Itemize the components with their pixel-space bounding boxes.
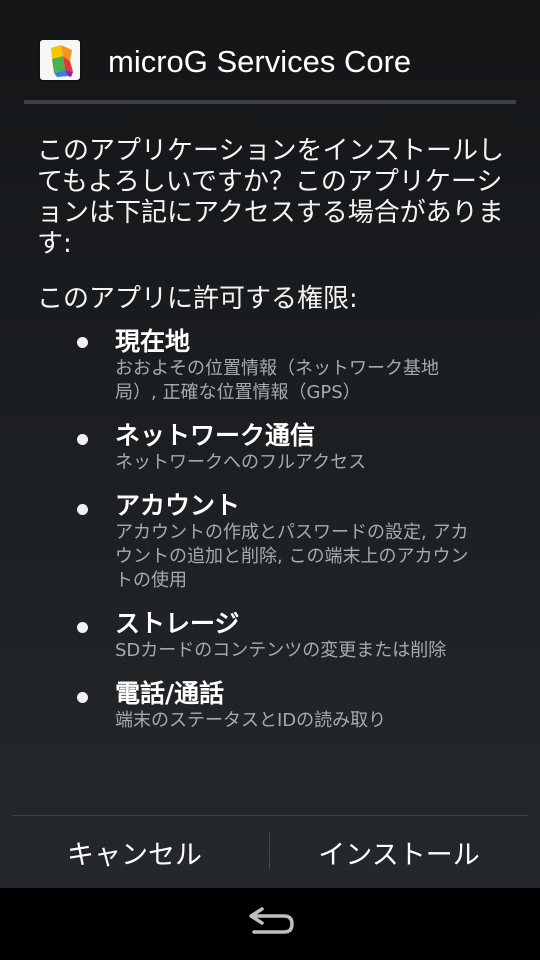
bullet-icon: [77, 622, 88, 633]
navigation-bar: [0, 888, 540, 960]
app-name: microG Services Core: [108, 44, 412, 79]
bullet-icon: [77, 692, 88, 703]
permission-title: アカウント: [115, 491, 241, 520]
bullet-icon: [77, 504, 88, 515]
permission-list: 現在地 おおよその位置情報（ネットワーク基地局）, 正確な位置情報（GPS） ネ…: [37, 327, 507, 733]
dialog-content: このアプリケーションをインストールしてもよろしいですか？このアプリケーションは下…: [37, 136, 507, 733]
permission-description: SDカードのコンテンツの変更または削除: [115, 640, 447, 661]
permission-description: おおよその位置情報（ネットワーク基地局）, 正確な位置情報（GPS）: [115, 358, 439, 403]
install-prompt: このアプリケーションをインストールしてもよろしいですか？このアプリケーションは下…: [37, 136, 504, 259]
permissions-heading: このアプリに許可する権限:: [37, 284, 358, 314]
permission-item-phone: 電話/通話 端末のステータスとIDの読み取り: [37, 679, 507, 733]
permission-description: アカウントの作成とパスワードの設定, アカウントの追加と削除, この端末上のアカ…: [115, 522, 469, 591]
install-permission-screen: microG Services Core このアプリケーションをインストールして…: [0, 0, 540, 960]
permission-description: 端末のステータスとIDの読み取り: [115, 710, 387, 731]
bullet-icon: [77, 337, 88, 348]
dialog-button-bar: キャンセル インストール: [0, 815, 540, 888]
permission-title: ネットワーク通信: [115, 421, 316, 450]
install-dialog: microG Services Core このアプリケーションをインストールして…: [0, 0, 540, 888]
bullet-icon: [77, 434, 88, 445]
permission-item-accounts: アカウント アカウントの作成とパスワードの設定, アカウントの追加と削除, この…: [37, 491, 507, 593]
permission-title: 現在地: [115, 327, 191, 356]
permission-item-location: 現在地 おおよその位置情報（ネットワーク基地局）, 正確な位置情報（GPS）: [37, 327, 507, 405]
permission-title: 電話/通話: [115, 679, 225, 708]
permission-title: ストレージ: [115, 609, 240, 638]
cancel-button[interactable]: キャンセル: [0, 816, 269, 888]
permission-description: ネットワークへのフルアクセス: [115, 452, 367, 473]
permission-item-storage: ストレージ SDカードのコンテンツの変更または削除: [37, 609, 507, 663]
back-arrow-icon[interactable]: [240, 906, 300, 942]
install-button[interactable]: インストール: [270, 816, 528, 888]
title-divider: [24, 100, 516, 104]
permission-item-network: ネットワーク通信 ネットワークへのフルアクセス: [37, 421, 507, 475]
puzzle-piece-icon: [40, 40, 80, 80]
dialog-header: microG Services Core: [0, 0, 540, 104]
